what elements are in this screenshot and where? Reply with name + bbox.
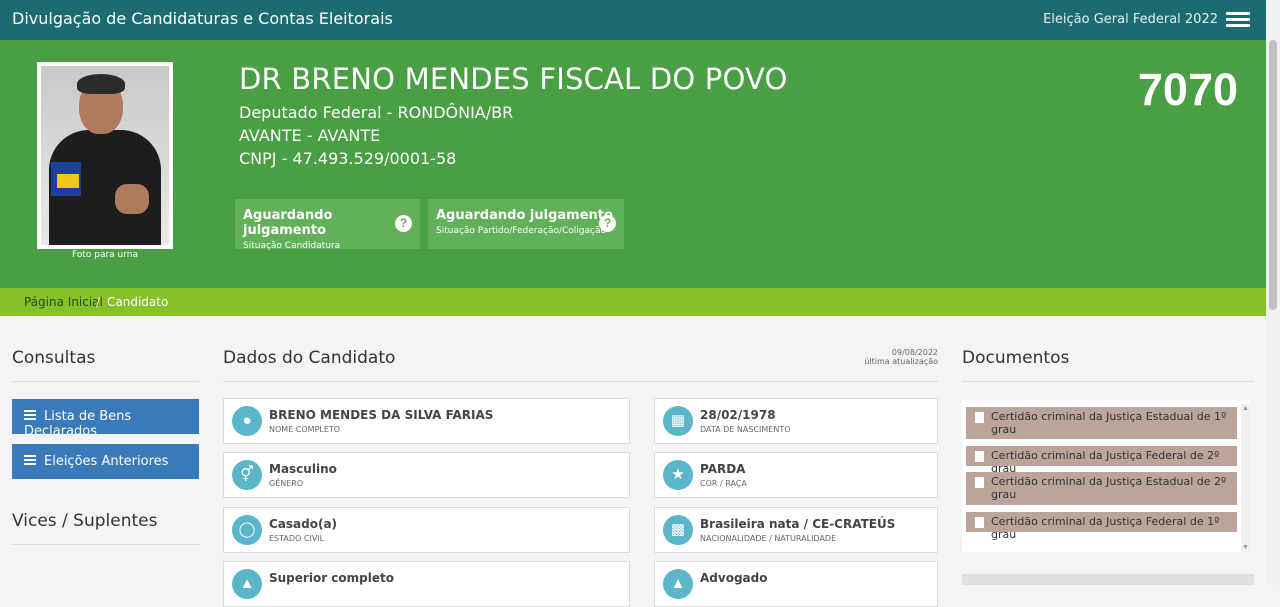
divider	[12, 544, 199, 545]
declared-assets-button[interactable]: Lista de Bens Declarados	[12, 399, 199, 439]
figure-icon: ★	[663, 460, 693, 490]
candidate-cnpj: CNPJ - 47.493.529/0001-58	[239, 149, 457, 168]
candidate-name: DR BRENO MENDES FISCAL DO POVO	[239, 62, 788, 96]
card-label: ESTADO CIVIL	[269, 534, 325, 543]
list-icon	[24, 410, 36, 420]
card-value: Superior completo	[269, 571, 394, 585]
status-party-badge: Aguardando julgamento Situação Partido/F…	[428, 199, 624, 249]
card-label: NACIONALIDADE / NATURALIDADE	[700, 534, 837, 543]
top-navbar: Divulgação de Candidaturas e Contas Elei…	[0, 0, 1266, 40]
documents-scrollbar[interactable]: ▲ ▼	[1241, 404, 1250, 552]
calendar-icon: ▦	[663, 406, 693, 436]
person-icon: ●	[232, 406, 262, 436]
race-card: ★ PARDA COR / RAÇA	[654, 452, 938, 498]
full-name-card: ● BRENO MENDES DA SILVA FARIAS NOME COMP…	[223, 398, 630, 444]
breadcrumb-separator: /	[96, 295, 101, 309]
file-icon	[975, 412, 984, 423]
nationality-card: ▩ Brasileira nata / CE-CRATEÚS NACIONALI…	[654, 507, 938, 553]
update-label: última atualização	[864, 357, 938, 366]
document-item[interactable]: Certidão criminal da Justiça Estadual de…	[966, 472, 1237, 505]
divider	[223, 381, 938, 382]
card-value: BRENO MENDES DA SILVA FARIAS	[269, 408, 494, 422]
file-icon	[975, 517, 984, 528]
documents-list: Certidão criminal da Justiça Estadual de…	[962, 400, 1250, 552]
site-title[interactable]: Divulgação de Candidaturas e Contas Elei…	[12, 9, 393, 28]
status-party-title: Aguardando julgamento	[436, 208, 613, 223]
education-card: ▲ Superior completo	[223, 561, 630, 607]
consultas-heading: Consultas	[12, 348, 96, 368]
gender-icon: ⚥	[232, 460, 262, 490]
divider	[12, 381, 199, 382]
scrollbar-thumb[interactable]	[1269, 40, 1277, 310]
hamburger-menu-icon[interactable]	[1226, 12, 1250, 28]
card-value: 28/02/1978	[700, 408, 776, 422]
update-date: 09/08/2022	[891, 348, 938, 357]
card-label: GÊNERO	[269, 479, 304, 488]
status-candidacy-badge: Aguardando julgamento Situação Candidatu…	[235, 199, 420, 251]
document-item[interactable]: Certidão criminal da Justiça Federal de …	[966, 512, 1237, 541]
previous-elections-button[interactable]: Eleições Anteriores	[12, 444, 199, 479]
scroll-down-icon[interactable]: ▼	[1242, 544, 1249, 551]
document-label: Certidão criminal da Justiça Estadual de…	[991, 410, 1227, 436]
file-icon	[975, 451, 984, 462]
card-label: DATA DE NASCIMENTO	[700, 425, 791, 434]
candidate-party: AVANTE - AVANTE	[239, 126, 381, 145]
candidate-number: 7070	[1137, 64, 1238, 115]
divider	[962, 381, 1254, 382]
status-candidacy-title: Aguardando julgamento	[243, 208, 333, 238]
list-icon	[24, 455, 36, 465]
occupation-card: ▲ Advogado	[654, 561, 938, 607]
help-question-icon[interactable]: ?	[599, 215, 616, 232]
candidate-photo	[37, 62, 173, 249]
ring-icon: ◯	[232, 515, 262, 545]
card-value: Casado(a)	[269, 517, 338, 531]
card-value: Masculino	[269, 462, 337, 476]
candidate-data-heading: Dados do Candidato	[223, 348, 396, 368]
card-label: NOME COMPLETO	[269, 425, 341, 434]
panel-footer	[962, 574, 1254, 585]
page-scrollbar[interactable]	[1266, 0, 1280, 585]
declared-assets-label: Lista de Bens Declarados	[24, 409, 132, 439]
map-icon: ▩	[663, 515, 693, 545]
candidate-hero: Foto para urna DR BRENO MENDES FISCAL DO…	[0, 40, 1266, 288]
breadcrumb-home-link[interactable]: Página Inicial	[24, 295, 103, 309]
breadcrumb-current: Candidato	[107, 295, 169, 309]
file-icon	[975, 477, 984, 488]
document-item[interactable]: Certidão criminal da Justiça Estadual de…	[966, 407, 1237, 439]
documents-heading: Documentos	[962, 348, 1070, 368]
scroll-up-icon[interactable]: ▲	[1242, 405, 1249, 412]
photo-caption: Foto para urna	[71, 250, 139, 260]
card-label: COR / RAÇA	[700, 479, 747, 488]
birth-date-card: ▦ 28/02/1978 DATA DE NASCIMENTO	[654, 398, 938, 444]
document-label: Certidão criminal da Justiça Federal de …	[991, 515, 1220, 541]
breadcrumb: Página Inicial / Candidato	[0, 288, 1266, 316]
previous-elections-label: Eleições Anteriores	[44, 454, 169, 469]
status-candidacy-label: Situação Candidatura	[243, 241, 341, 251]
gender-card: ⚥ Masculino GÊNERO	[223, 452, 630, 498]
building-icon: ▲	[663, 569, 693, 599]
graduation-cap-icon: ▲	[232, 569, 262, 599]
document-item[interactable]: Certidão criminal da Justiça Federal de …	[966, 446, 1237, 475]
candidate-office: Deputado Federal - RONDÔNIA/BR	[239, 103, 514, 122]
help-question-icon[interactable]: ?	[395, 215, 412, 232]
card-value: Advogado	[700, 571, 768, 585]
card-value: Brasileira nata / CE-CRATEÚS	[700, 517, 896, 531]
status-party-label: Situação Partido/Federação/Coligação	[436, 226, 606, 236]
marital-status-card: ◯ Casado(a) ESTADO CIVIL	[223, 507, 630, 553]
vices-heading: Vices / Suplentes	[12, 511, 158, 531]
document-label: Certidão criminal da Justiça Estadual de…	[991, 475, 1227, 501]
election-label: Eleição Geral Federal 2022	[1043, 12, 1218, 27]
card-value: PARDA	[700, 462, 746, 476]
